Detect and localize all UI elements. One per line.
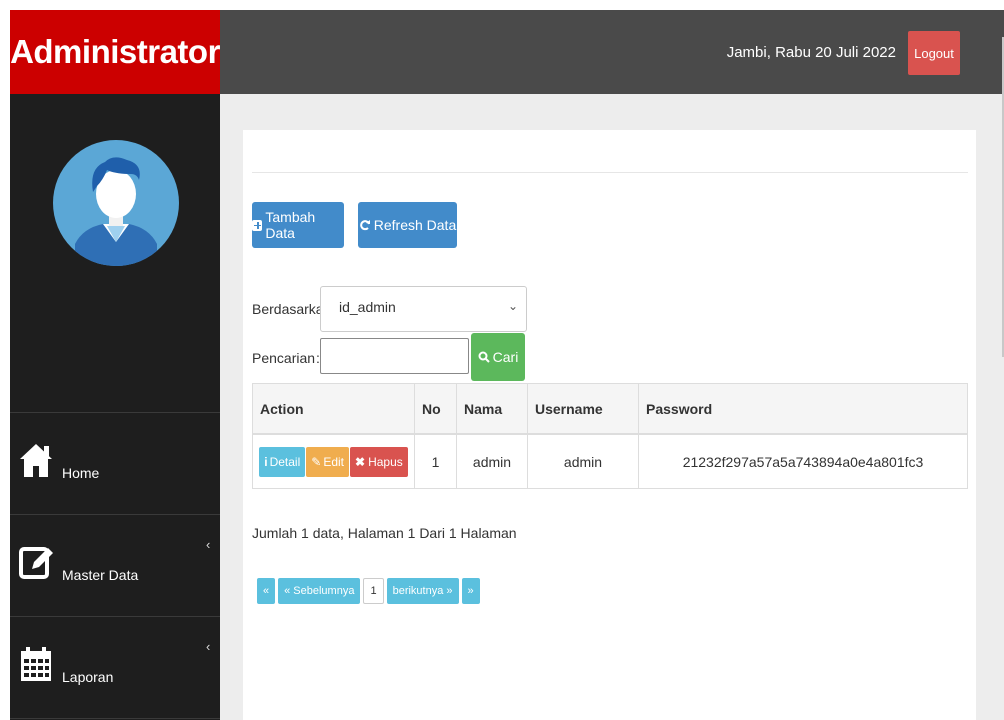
edit-icon	[19, 547, 53, 579]
add-data-button[interactable]: Tambah Data	[252, 202, 344, 248]
top-bar: Jambi, Rabu 20 Juli 2022 Logout	[220, 10, 1004, 94]
column-header-no: No	[414, 383, 457, 435]
plus-icon	[252, 219, 263, 231]
column-header-nama: Nama	[456, 383, 528, 435]
search-button-label: Cari	[492, 349, 519, 365]
calendar-icon	[21, 647, 51, 681]
pagination: « « Sebelumnya 1 berikutnya » »	[257, 578, 480, 604]
delete-label: Hapus	[368, 454, 403, 469]
panel-divider	[252, 172, 968, 173]
search-icon	[478, 351, 490, 363]
brand-title: Administrator	[10, 10, 220, 94]
close-icon: ✖	[355, 454, 366, 469]
sidebar-item-label: Home	[62, 465, 100, 481]
logout-button[interactable]: Logout	[908, 31, 960, 75]
user-avatar	[53, 140, 179, 266]
last-page-button[interactable]: »	[461, 578, 480, 604]
refresh-icon	[359, 220, 370, 231]
search-button[interactable]: Cari	[471, 333, 525, 381]
search-input[interactable]	[320, 338, 469, 374]
menu-divider	[10, 718, 220, 719]
detail-label: Detail	[269, 454, 301, 469]
filter-field-select[interactable]: id_admin ⌄	[320, 286, 527, 332]
refresh-data-button[interactable]: Refresh Data	[358, 202, 457, 248]
current-date: Jambi, Rabu 20 Juli 2022	[726, 44, 896, 61]
chevron-down-icon: ⌄	[507, 299, 518, 313]
next-page-button[interactable]: berikutnya »	[386, 578, 459, 604]
info-icon: i	[264, 454, 268, 469]
action-cell: i Detail ✎ Edit ✖ Hapus	[252, 433, 415, 489]
cell-nama: admin	[456, 433, 528, 489]
table-row: i Detail ✎ Edit ✖ Hapus 1 admin admin 21…	[252, 433, 968, 489]
cell-username: admin	[527, 433, 639, 489]
app-frame: Administrator Home Master Data ‹ Laporan…	[10, 10, 1004, 720]
sidebar-item-master-data[interactable]: Master Data ‹	[10, 515, 220, 615]
sidebar-item-laporan[interactable]: Laporan ‹	[10, 617, 220, 717]
previous-page-button[interactable]: « Sebelumnya	[278, 578, 361, 604]
sidebar: Home Master Data ‹ Laporan ‹	[10, 94, 220, 720]
chevron-left-icon: ‹	[206, 537, 211, 552]
edit-icon: ✎	[311, 454, 322, 469]
add-data-label: Tambah Data	[265, 209, 316, 241]
sidebar-item-label: Laporan	[62, 669, 114, 685]
current-page[interactable]: 1	[363, 578, 384, 604]
filter-field-value: id_admin	[339, 299, 396, 315]
pagination-summary: Jumlah 1 data, Halaman 1 Dari 1 Halaman	[252, 525, 517, 541]
content-panel: Tambah Data Refresh Data Berdasarkan: id…	[243, 130, 976, 720]
refresh-data-label: Refresh Data	[373, 217, 457, 233]
cell-no: 1	[414, 433, 457, 489]
table-header-row: Action No Nama Username Password	[252, 383, 968, 435]
column-header-username: Username	[527, 383, 639, 435]
edit-label: Edit	[323, 454, 345, 469]
column-header-action: Action	[252, 383, 415, 435]
home-icon	[20, 444, 52, 477]
admin-table: Action No Nama Username Password i Detai…	[252, 383, 968, 489]
sidebar-item-home[interactable]: Home	[10, 413, 220, 513]
edit-button[interactable]: ✎ Edit	[306, 446, 350, 477]
search-label: Pencarian	[252, 350, 316, 366]
cell-password: 21232f297a57a5a743894a0e4a801fc3	[638, 433, 968, 489]
first-page-button[interactable]: «	[257, 578, 276, 604]
sidebar-item-label: Master Data	[62, 567, 139, 583]
detail-button[interactable]: i Detail	[259, 446, 306, 477]
delete-button[interactable]: ✖ Hapus	[350, 446, 408, 477]
chevron-left-icon: ‹	[206, 639, 211, 654]
column-header-password: Password	[638, 383, 968, 435]
